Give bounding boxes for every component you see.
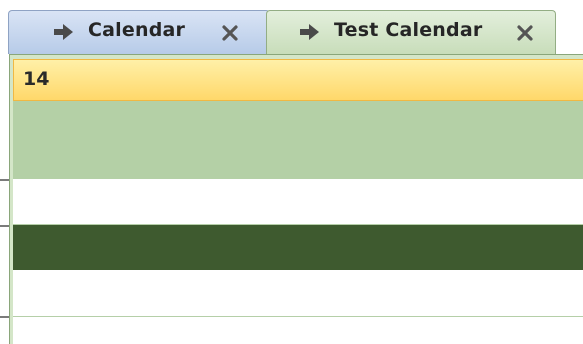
event-block[interactable] (13, 225, 583, 270)
time-ruler-tick (0, 225, 9, 227)
close-glyph (222, 25, 238, 41)
close-glyph (517, 25, 533, 41)
time-slot[interactable] (13, 317, 583, 344)
all-day-area[interactable] (13, 101, 583, 179)
day-number: 14 (23, 68, 50, 90)
tab-calendar[interactable]: Calendar (8, 10, 270, 54)
tab-test-calendar-label: Test Calendar (334, 19, 483, 41)
time-slot[interactable] (13, 270, 583, 317)
tab-calendar-label: Calendar (88, 19, 186, 41)
time-ruler-tick (0, 316, 9, 318)
time-slot[interactable] (13, 179, 583, 225)
arrow-right-icon (300, 24, 319, 40)
day-header[interactable]: 14 (13, 59, 583, 101)
close-icon[interactable] (219, 22, 241, 44)
calendar-window: Calendar Test Calendar 14 (0, 0, 583, 344)
tab-test-calendar[interactable]: Test Calendar (266, 10, 556, 54)
time-ruler-tick (0, 179, 9, 181)
arrow-right-icon (54, 24, 73, 40)
close-icon[interactable] (514, 22, 536, 44)
